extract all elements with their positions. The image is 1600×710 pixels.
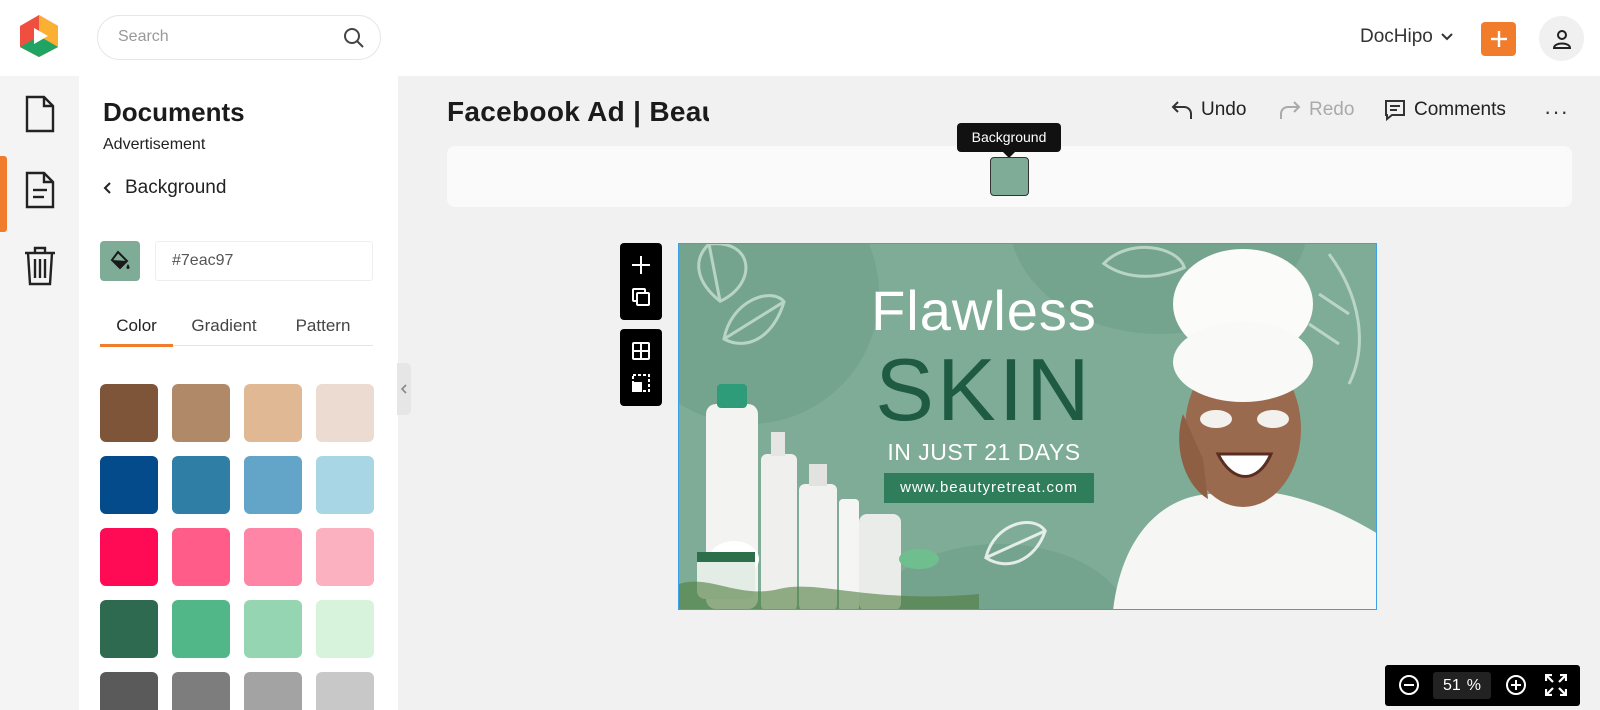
user-icon bbox=[1552, 29, 1571, 49]
leaf-icon bbox=[697, 244, 748, 303]
panel-title: Documents bbox=[103, 97, 245, 127]
zoom-in-icon[interactable] bbox=[1505, 674, 1527, 696]
color-swatch[interactable] bbox=[316, 600, 374, 658]
fill-color-button[interactable] bbox=[100, 241, 140, 281]
background-color-chip[interactable] bbox=[990, 157, 1029, 196]
rail-item-documents[interactable] bbox=[0, 152, 79, 232]
tab-pattern[interactable]: Pattern bbox=[278, 316, 368, 346]
undo-icon bbox=[1171, 101, 1192, 119]
search-input[interactable] bbox=[118, 28, 318, 46]
color-swatch[interactable] bbox=[316, 528, 374, 586]
color-swatch[interactable] bbox=[100, 456, 158, 514]
chevron-left-icon bbox=[401, 384, 407, 394]
document-title[interactable]: Facebook Ad | Beau bbox=[447, 96, 709, 128]
paint-bucket-icon bbox=[110, 250, 130, 270]
color-swatch[interactable] bbox=[244, 600, 302, 658]
plus-icon bbox=[632, 256, 650, 274]
color-swatch[interactable] bbox=[244, 384, 302, 442]
leaf-icon bbox=[722, 294, 786, 345]
color-swatch[interactable] bbox=[100, 384, 158, 442]
color-swatch[interactable] bbox=[244, 672, 302, 710]
zoom-level[interactable]: 51 % bbox=[1433, 672, 1491, 699]
trash-icon bbox=[24, 246, 55, 286]
fullscreen-icon[interactable] bbox=[1545, 674, 1567, 696]
comment-icon bbox=[1385, 100, 1405, 121]
hex-color-input[interactable] bbox=[155, 241, 373, 281]
zoom-unit: % bbox=[1466, 676, 1482, 694]
ad-tagline[interactable]: IN JUST 21 DAYS bbox=[859, 439, 1109, 466]
resize-icon bbox=[632, 374, 650, 392]
page-tools bbox=[620, 243, 662, 320]
document-icon bbox=[25, 171, 54, 209]
comments-button[interactable]: Comments bbox=[1384, 99, 1506, 121]
tab-gradient[interactable]: Gradient bbox=[179, 316, 269, 346]
plus-icon bbox=[1490, 31, 1507, 47]
color-swatch[interactable] bbox=[172, 672, 230, 710]
color-swatch[interactable] bbox=[172, 528, 230, 586]
ad-headline[interactable]: Flawless bbox=[859, 278, 1109, 343]
panel-subtitle: Advertisement bbox=[103, 136, 206, 153]
collapse-panel-button[interactable] bbox=[397, 363, 411, 415]
color-swatch[interactable] bbox=[100, 672, 158, 710]
comments-label: Comments bbox=[1414, 99, 1506, 120]
zoom-out-icon[interactable] bbox=[1398, 674, 1420, 696]
profile-avatar[interactable] bbox=[1539, 16, 1584, 61]
color-tabs: Color Gradient Pattern bbox=[100, 316, 373, 347]
redo-label: Redo bbox=[1309, 99, 1355, 120]
color-swatch[interactable] bbox=[172, 456, 230, 514]
search-icon[interactable] bbox=[342, 26, 366, 50]
grid-icon bbox=[632, 342, 650, 360]
zoom-value: 51 bbox=[1442, 676, 1461, 694]
dochipo-logo-icon[interactable] bbox=[18, 14, 60, 58]
color-swatch[interactable] bbox=[316, 456, 374, 514]
tooltip: Background bbox=[957, 123, 1061, 158]
redo-icon bbox=[1280, 101, 1301, 119]
color-swatch[interactable] bbox=[100, 528, 158, 586]
zoom-control: 51 % bbox=[1385, 665, 1580, 706]
account-name: DocHipo bbox=[1360, 26, 1433, 47]
woman-with-towel-image bbox=[1113, 249, 1376, 609]
rail-item-new-document[interactable] bbox=[0, 76, 79, 152]
color-swatch[interactable] bbox=[244, 528, 302, 586]
chevron-down-icon bbox=[1441, 33, 1453, 41]
left-rail bbox=[0, 76, 79, 710]
color-swatch[interactable] bbox=[100, 600, 158, 658]
redo-button[interactable]: Redo bbox=[1279, 99, 1354, 121]
design-canvas[interactable]: Flawless SKIN IN JUST 21 DAYS www.beauty… bbox=[678, 243, 1377, 610]
ad-title[interactable]: SKIN bbox=[859, 339, 1109, 441]
tab-color[interactable]: Color bbox=[100, 316, 173, 347]
search-box[interactable] bbox=[97, 15, 381, 60]
resize-button[interactable] bbox=[620, 367, 662, 399]
chevron-left-icon bbox=[103, 182, 111, 194]
copy-icon bbox=[632, 288, 650, 306]
account-menu[interactable]: DocHipo bbox=[1360, 26, 1453, 48]
color-swatch[interactable] bbox=[172, 384, 230, 442]
top-bar: DocHipo bbox=[0, 0, 1600, 76]
back-link[interactable]: Background bbox=[103, 177, 226, 199]
add-button[interactable] bbox=[1481, 22, 1516, 56]
more-options-button[interactable]: ··· bbox=[1544, 99, 1569, 125]
ad-url[interactable]: www.beautyretreat.com bbox=[884, 473, 1094, 503]
rail-item-trash[interactable] bbox=[0, 228, 79, 304]
color-swatch[interactable] bbox=[316, 384, 374, 442]
grid-button[interactable] bbox=[620, 335, 662, 367]
side-panel: Documents Advertisement Background Color… bbox=[79, 76, 398, 710]
back-label: Background bbox=[125, 177, 227, 198]
color-swatch[interactable] bbox=[244, 456, 302, 514]
layout-tools bbox=[620, 329, 662, 406]
leaf-icon bbox=[984, 521, 1047, 566]
duplicate-page-button[interactable] bbox=[620, 281, 662, 313]
add-page-button[interactable] bbox=[620, 249, 662, 281]
color-swatch[interactable] bbox=[316, 672, 374, 710]
color-swatch[interactable] bbox=[172, 600, 230, 658]
undo-label: Undo bbox=[1201, 99, 1247, 120]
file-icon bbox=[25, 95, 54, 133]
undo-button[interactable]: Undo bbox=[1171, 99, 1246, 121]
